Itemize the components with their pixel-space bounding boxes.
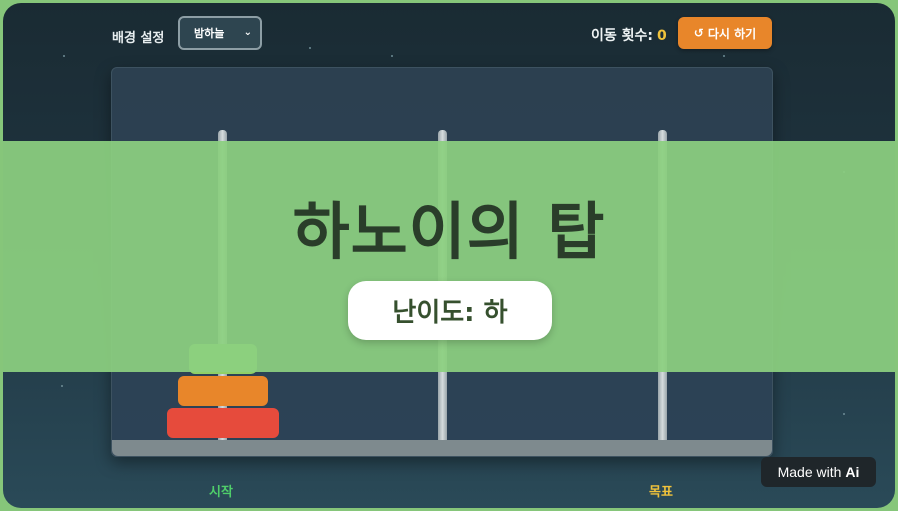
restart-label: 다시 하기 xyxy=(707,26,757,41)
star xyxy=(391,55,393,57)
difficulty-badge[interactable]: 난이도: 하 xyxy=(348,281,552,340)
star xyxy=(723,55,725,57)
board-base xyxy=(112,440,772,456)
star xyxy=(61,385,63,387)
star xyxy=(63,55,65,57)
refresh-icon: ↺ xyxy=(693,26,704,40)
game-frame: 배경 설정 밤하늘 ⌄ 이동 횟수: 0 ↺ 다시 하기 시작 목표 하노이의 탑… xyxy=(3,3,895,508)
background-select-value: 밤하늘 xyxy=(194,27,225,40)
ai-logo-icon: Ai xyxy=(845,464,860,480)
star xyxy=(309,47,311,49)
game-title: 하노이의 탑 xyxy=(292,195,606,268)
chevron-down-icon: ⌄ xyxy=(243,27,252,38)
restart-button[interactable]: ↺ 다시 하기 xyxy=(678,17,772,49)
moves-label: 이동 횟수: xyxy=(591,28,653,44)
title-overlay[interactable]: 하노이의 탑 난이도: 하 xyxy=(3,141,895,372)
background-setting-label: 배경 설정 xyxy=(112,31,165,46)
background-select[interactable]: 밤하늘 ⌄ xyxy=(178,16,262,50)
move-counter: 이동 횟수: 0 xyxy=(591,25,667,45)
made-with-ai-badge[interactable]: Made with Ai xyxy=(761,457,876,487)
star xyxy=(843,413,845,415)
disk-medium[interactable] xyxy=(178,376,268,406)
moves-count: 0 xyxy=(657,28,667,44)
start-peg-label: 시작 xyxy=(209,485,233,500)
disk-large[interactable] xyxy=(167,408,279,438)
badge-text: Made with xyxy=(777,464,842,480)
goal-peg-label: 목표 xyxy=(649,485,673,500)
